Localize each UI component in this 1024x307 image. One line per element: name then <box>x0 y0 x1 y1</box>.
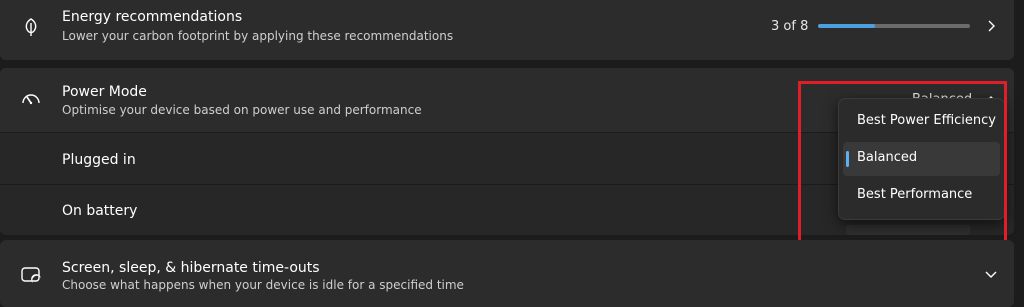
energy-subtitle: Lower your carbon footprint by applying … <box>62 29 454 43</box>
screen-sleep-subtitle: Choose what happens when your device is … <box>62 278 464 292</box>
chevron-down-icon[interactable] <box>984 267 998 281</box>
plugged-in-label: Plugged in <box>62 152 136 168</box>
energy-progress-bar <box>818 24 970 28</box>
screen-sleep-card[interactable]: Screen, sleep, & hibernate time-outs Cho… <box>0 240 1014 307</box>
chevron-right-icon[interactable] <box>984 19 998 33</box>
energy-progress-text: 3 of 8 <box>771 19 809 34</box>
gauge-icon <box>22 94 40 105</box>
leaf-icon <box>25 18 37 36</box>
highlight-box <box>798 81 1007 243</box>
screen-sleep-icon <box>21 267 41 283</box>
power-mode-title: Power Mode <box>62 84 147 100</box>
energy-title: Energy recommendations <box>62 9 243 25</box>
power-mode-subtitle: Optimise your device based on power use … <box>62 103 422 117</box>
energy-recommendations-card[interactable]: Energy recommendations Lower your carbon… <box>0 0 1014 60</box>
energy-progress-fill <box>818 24 875 28</box>
screen-sleep-title: Screen, sleep, & hibernate time-outs <box>62 260 320 276</box>
on-battery-label: On battery <box>62 203 138 219</box>
